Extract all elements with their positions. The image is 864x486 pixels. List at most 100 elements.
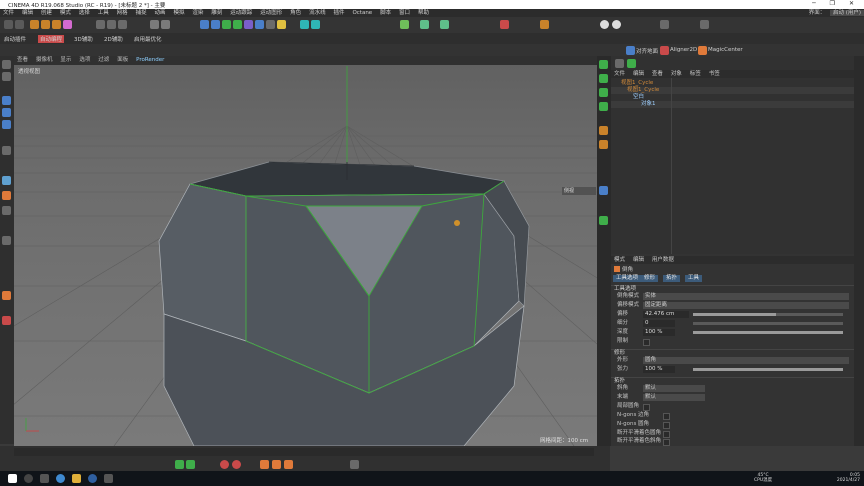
- camera-icon[interactable]: [266, 20, 275, 29]
- menu-mesh[interactable]: 网格: [114, 9, 131, 17]
- layout-switcher[interactable]: 界面： 启动 (用户): [806, 9, 864, 17]
- menu-pipeline[interactable]: 流水线: [306, 9, 329, 17]
- right-edge-tabs[interactable]: [854, 56, 864, 446]
- vp-menu-camera[interactable]: 摄像机: [33, 56, 56, 65]
- points-mode-icon[interactable]: [2, 96, 11, 105]
- vp-menu-display[interactable]: 显示: [57, 56, 74, 65]
- menu-tools[interactable]: 工具: [95, 9, 112, 17]
- objects-tab-icon[interactable]: [599, 60, 608, 69]
- tension-field[interactable]: 100 %: [643, 366, 675, 373]
- redo-icon[interactable]: [15, 20, 24, 29]
- select-miter[interactable]: 默认: [643, 385, 705, 392]
- soft-select-icon[interactable]: [2, 206, 11, 215]
- subdivision-icon[interactable]: [222, 20, 231, 29]
- menu-sculpt[interactable]: 雕刻: [208, 9, 225, 17]
- window-controls[interactable]: ─ ❐ ✕: [812, 0, 860, 7]
- aligner-icon[interactable]: [660, 46, 669, 55]
- move-icon[interactable]: [30, 20, 39, 29]
- obj-menu-object[interactable]: 对象: [668, 70, 685, 78]
- offset-field[interactable]: 42.476 cm: [643, 311, 689, 318]
- menu-motion-tracking[interactable]: 运动跟踪: [227, 9, 255, 17]
- sphere2-icon[interactable]: [612, 20, 621, 29]
- floor-icon[interactable]: [255, 20, 264, 29]
- obj-menu-bookmarks[interactable]: 书签: [706, 70, 723, 78]
- obj-menu-view[interactable]: 查看: [649, 70, 666, 78]
- vp-menu-view[interactable]: 查看: [14, 56, 31, 65]
- tab-magic-center[interactable]: MagicCenter: [708, 47, 743, 53]
- attr-menu-userdata[interactable]: 用户数据: [649, 257, 677, 263]
- depth-field[interactable]: 100 %: [643, 329, 675, 336]
- menu-animate[interactable]: 动画: [152, 9, 169, 17]
- tab-tool-options[interactable]: 工具选项: [613, 275, 642, 282]
- obj-menu-edit[interactable]: 编辑: [630, 70, 647, 78]
- task-view-icon[interactable]: [40, 474, 49, 483]
- menu-select[interactable]: 选择: [76, 9, 93, 17]
- layout-grid-icon[interactable]: [660, 20, 669, 29]
- axis-x-icon[interactable]: [96, 20, 105, 29]
- menu-help[interactable]: 帮助: [415, 9, 432, 17]
- tree-row[interactable]: 视图1_Cycle: [611, 80, 854, 87]
- search-icon[interactable]: [24, 474, 33, 483]
- record-icon[interactable]: [220, 460, 229, 469]
- select-bevel-mode[interactable]: 实体: [643, 293, 849, 300]
- rotate-icon[interactable]: [52, 20, 61, 29]
- tab-optimize[interactable]: 启用最优化: [134, 35, 162, 43]
- mograph-cloner-icon[interactable]: [300, 20, 309, 29]
- vp-menu-panel[interactable]: 面板: [114, 56, 131, 65]
- menu-edit[interactable]: 编辑: [19, 9, 36, 17]
- sphere-icon[interactable]: [600, 20, 609, 29]
- tab-topology[interactable]: 拓扑: [663, 275, 681, 282]
- menu-character[interactable]: 角色: [287, 9, 304, 17]
- ngons-rounding-checkbox[interactable]: [663, 422, 670, 429]
- tab-align-ground[interactable]: 对齐地面: [636, 47, 658, 55]
- scale-icon[interactable]: [41, 20, 50, 29]
- plugin-icon[interactable]: [440, 20, 449, 29]
- deformer-icon[interactable]: [244, 20, 253, 29]
- vp-menu-prorender[interactable]: ProRender: [133, 56, 167, 65]
- tool-a-icon[interactable]: [599, 126, 608, 135]
- menu-snap[interactable]: 捕捉: [133, 9, 150, 17]
- sketch-icon[interactable]: [400, 20, 409, 29]
- undo-icon[interactable]: [4, 20, 13, 29]
- app-icon[interactable]: [104, 474, 113, 483]
- effector-icon[interactable]: [311, 20, 320, 29]
- check-icon[interactable]: [627, 59, 636, 68]
- tab-2d-assist[interactable]: 2D辅助: [104, 35, 123, 43]
- select-offset-mode[interactable]: 固定距离: [643, 302, 849, 309]
- partial-checkbox[interactable]: [643, 404, 650, 411]
- hair-icon[interactable]: [500, 20, 509, 29]
- menu-create[interactable]: 创建: [38, 9, 55, 17]
- viewport-dropdown[interactable]: 侧视: [562, 187, 596, 195]
- menu-mograph[interactable]: 运动图形: [257, 9, 285, 17]
- tab-auto-program[interactable]: 自动编程: [38, 35, 65, 43]
- system-clock[interactable]: 0:05 2021/4/27: [837, 473, 860, 483]
- tree-row[interactable]: 对象1: [611, 101, 854, 108]
- depth-slider[interactable]: [693, 331, 843, 334]
- tree-row[interactable]: 视图1_Cycle: [611, 87, 854, 94]
- timeline-ruler[interactable]: [14, 448, 594, 456]
- menu-octane[interactable]: Octane: [349, 9, 375, 17]
- menu-render[interactable]: 渲染: [189, 9, 206, 17]
- subdivision-field[interactable]: 0: [643, 320, 675, 327]
- menu-plugins[interactable]: 插件: [331, 9, 348, 17]
- tab-tools[interactable]: 工具: [685, 275, 703, 282]
- windows-start-icon[interactable]: [8, 474, 17, 483]
- attr-menu-mode[interactable]: 模式: [611, 257, 628, 263]
- axis-z-icon[interactable]: [118, 20, 127, 29]
- vp-menu-options[interactable]: 选项: [76, 56, 93, 65]
- align-ground-icon[interactable]: [626, 46, 635, 55]
- tab-startup-plugins[interactable]: 启动插件: [4, 35, 26, 43]
- chrome-icon[interactable]: [56, 474, 65, 483]
- tab-shape[interactable]: 修形: [641, 275, 659, 282]
- render-view-icon[interactable]: [150, 20, 159, 29]
- live-select-icon[interactable]: [63, 20, 72, 29]
- attr-menu-edit[interactable]: 编辑: [630, 257, 647, 263]
- model-mode-icon[interactable]: [2, 60, 11, 69]
- menu-file[interactable]: 文件: [0, 9, 17, 17]
- knife-tool-icon[interactable]: [2, 316, 11, 325]
- axis-y-icon[interactable]: [107, 20, 116, 29]
- layers-tab-icon[interactable]: [599, 88, 608, 97]
- offset-slider[interactable]: [693, 313, 843, 316]
- tab-aligner2d[interactable]: Aligner2D: [670, 47, 697, 53]
- obj-menu-tags[interactable]: 标签: [687, 70, 704, 78]
